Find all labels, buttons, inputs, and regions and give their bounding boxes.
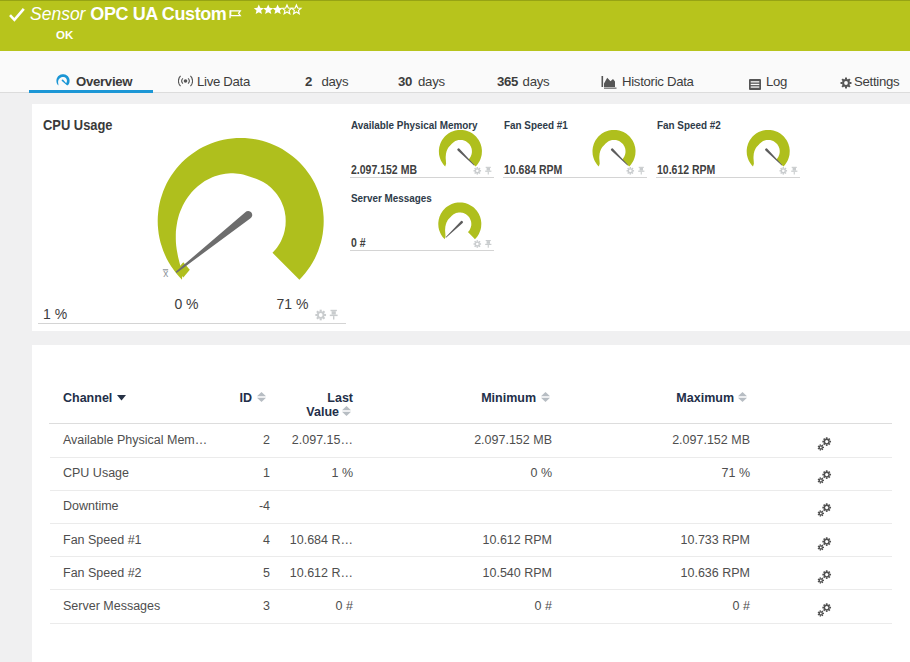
svg-text:x: x (163, 268, 168, 279)
